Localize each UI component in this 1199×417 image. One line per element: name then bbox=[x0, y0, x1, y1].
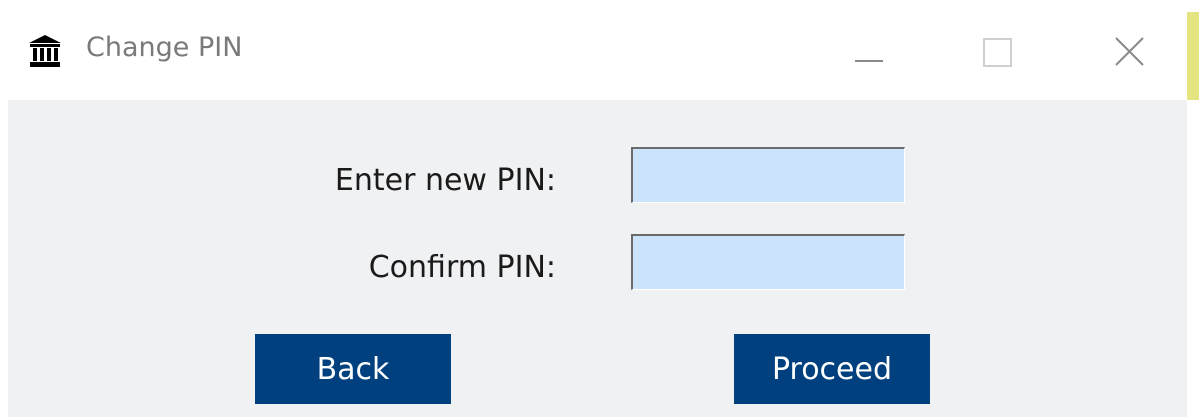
proceed-button[interactable]: Proceed bbox=[734, 334, 930, 404]
new-pin-label: Enter new PIN: bbox=[334, 163, 556, 198]
title-bar[interactable]: Change PIN bbox=[0, 0, 1187, 100]
confirm-pin-label: Confirm PIN: bbox=[368, 250, 556, 285]
client-area bbox=[8, 100, 1187, 417]
maximize-button[interactable] bbox=[952, 22, 1042, 82]
confirm-pin-input[interactable] bbox=[631, 234, 905, 290]
maximize-icon bbox=[983, 38, 1012, 67]
window-frame-right bbox=[1187, 100, 1199, 417]
minimize-button[interactable] bbox=[822, 22, 912, 82]
close-icon bbox=[1115, 37, 1144, 66]
new-pin-input[interactable] bbox=[631, 147, 905, 203]
change-pin-window: Change PIN Enter new PIN: Confirm PIN: B… bbox=[0, 0, 1199, 417]
window-title: Change PIN bbox=[86, 32, 243, 63]
window-frame-left bbox=[0, 100, 8, 417]
window-accent-edge bbox=[1187, 12, 1199, 102]
close-button[interactable] bbox=[1082, 22, 1172, 82]
back-button[interactable]: Back bbox=[255, 334, 451, 404]
minimize-icon bbox=[855, 60, 883, 62]
bank-building-icon bbox=[28, 34, 62, 68]
